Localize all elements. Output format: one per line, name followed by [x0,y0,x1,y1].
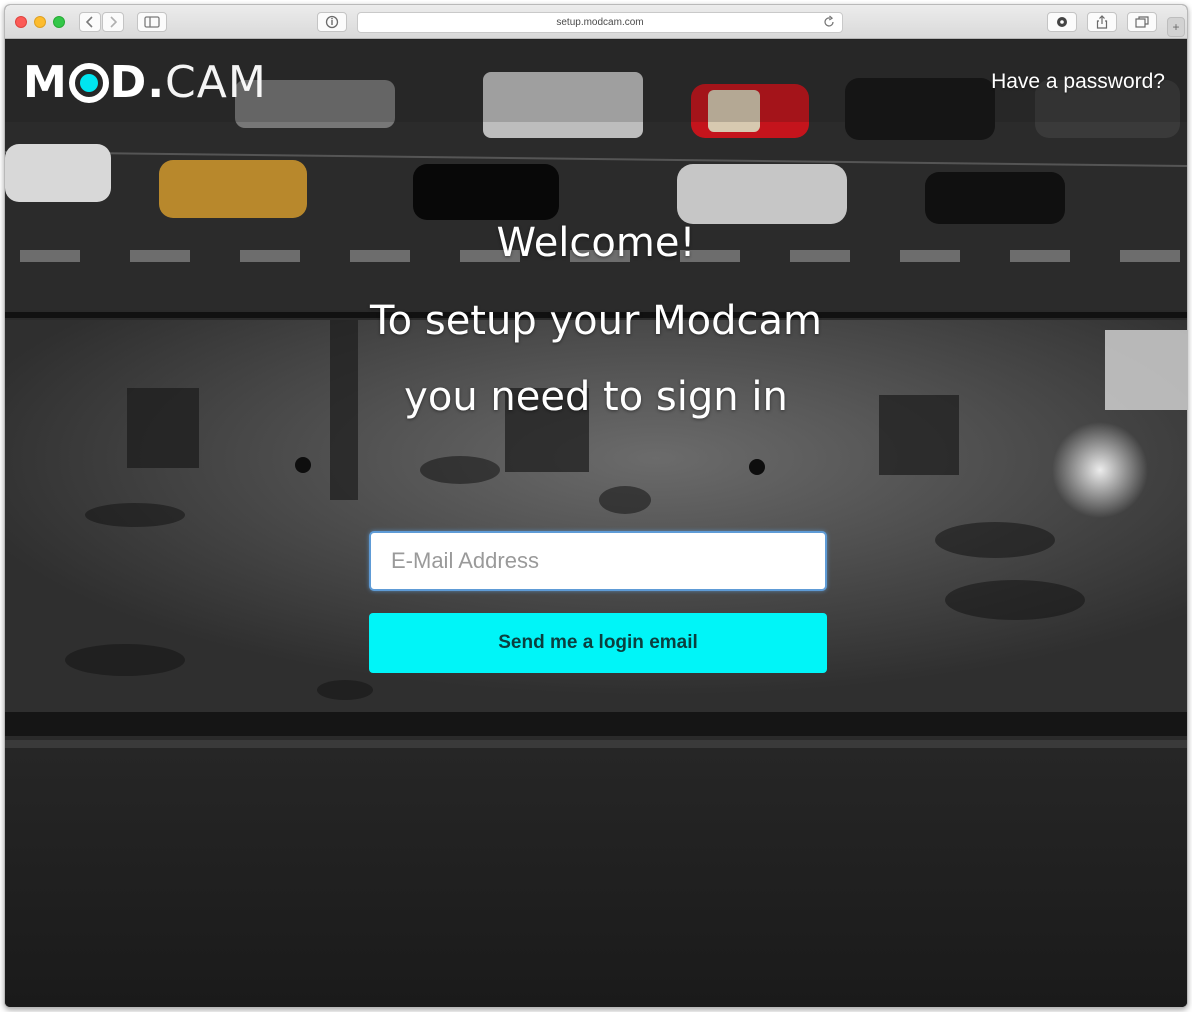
info-icon [325,15,339,29]
minimize-window-button[interactable] [34,16,46,28]
send-login-email-button[interactable]: Send me a login email [369,613,827,673]
welcome-heading: Welcome! [496,220,696,266]
browser-toolbar: setup.modcam.com + [5,5,1187,39]
address-bar-url: setup.modcam.com [556,17,644,28]
page-content: M D. CAM Have a password? Welcome! To se… [5,40,1187,1007]
sidebar-button[interactable] [137,12,167,32]
setup-subheading-line1: To setup your Modcam [370,298,822,344]
share-button[interactable] [1087,12,1117,32]
email-input[interactable] [369,531,827,591]
new-tab-button[interactable]: + [1167,17,1185,37]
forward-button[interactable] [102,12,124,32]
have-password-link[interactable]: Have a password? [991,70,1165,94]
tabs-overview-button[interactable] [1127,12,1157,32]
site-header: M D. CAM Have a password? [5,40,1187,122]
reload-icon[interactable] [822,15,836,29]
logo-text-end: CAM [165,56,267,108]
background-street-photo [5,40,1187,1007]
plus-icon: + [1172,20,1180,34]
close-window-button[interactable] [15,16,27,28]
logo-o-ring-icon [68,63,109,103]
tabs-icon [1135,16,1149,28]
share-icon [1096,15,1108,29]
logo-text-middle: D. [109,56,166,108]
chevron-right-icon [110,16,117,28]
extension-button[interactable] [1047,12,1077,32]
zoom-window-button[interactable] [53,16,65,28]
extension-icon [1057,17,1067,27]
sidebar-icon [144,16,160,28]
modcam-logo[interactable]: M D. CAM [23,52,267,112]
chevron-left-icon [86,16,93,28]
browser-window: setup.modcam.com + M D. CAM Have a passw… [4,4,1188,1008]
address-bar[interactable]: setup.modcam.com [357,12,843,33]
logo-text-start: M [23,56,68,108]
back-button[interactable] [79,12,101,32]
privacy-report-button[interactable] [317,12,347,32]
setup-subheading-line2: you need to sign in [404,374,788,420]
